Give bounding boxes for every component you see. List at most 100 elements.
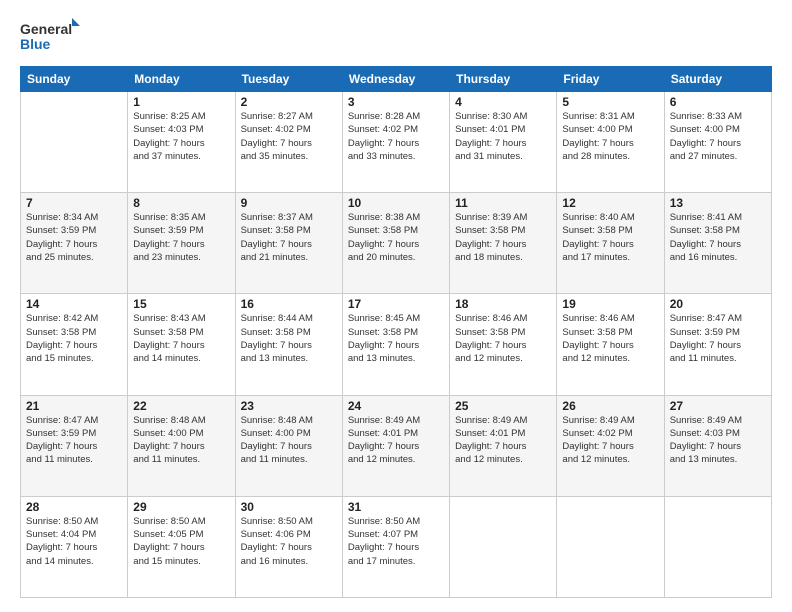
- calendar-cell: 13Sunrise: 8:41 AMSunset: 3:58 PMDayligh…: [664, 193, 771, 294]
- day-info: Sunrise: 8:40 AMSunset: 3:58 PMDaylight:…: [562, 211, 658, 264]
- day-info: Sunrise: 8:46 AMSunset: 3:58 PMDaylight:…: [455, 312, 551, 365]
- day-number: 3: [348, 95, 444, 109]
- calendar-cell: 8Sunrise: 8:35 AMSunset: 3:59 PMDaylight…: [128, 193, 235, 294]
- day-number: 23: [241, 399, 337, 413]
- day-number: 20: [670, 297, 766, 311]
- calendar-cell: 17Sunrise: 8:45 AMSunset: 3:58 PMDayligh…: [342, 294, 449, 395]
- day-info: Sunrise: 8:25 AMSunset: 4:03 PMDaylight:…: [133, 110, 229, 163]
- day-info: Sunrise: 8:34 AMSunset: 3:59 PMDaylight:…: [26, 211, 122, 264]
- day-number: 31: [348, 500, 444, 514]
- calendar-cell: [21, 92, 128, 193]
- weekday-header-thursday: Thursday: [450, 67, 557, 92]
- calendar-cell: 20Sunrise: 8:47 AMSunset: 3:59 PMDayligh…: [664, 294, 771, 395]
- weekday-header-monday: Monday: [128, 67, 235, 92]
- calendar-cell: [450, 496, 557, 597]
- day-number: 22: [133, 399, 229, 413]
- calendar-cell: [557, 496, 664, 597]
- day-number: 9: [241, 196, 337, 210]
- day-number: 7: [26, 196, 122, 210]
- day-number: 29: [133, 500, 229, 514]
- calendar-cell: 9Sunrise: 8:37 AMSunset: 3:58 PMDaylight…: [235, 193, 342, 294]
- day-info: Sunrise: 8:45 AMSunset: 3:58 PMDaylight:…: [348, 312, 444, 365]
- day-number: 21: [26, 399, 122, 413]
- day-info: Sunrise: 8:31 AMSunset: 4:00 PMDaylight:…: [562, 110, 658, 163]
- day-info: Sunrise: 8:28 AMSunset: 4:02 PMDaylight:…: [348, 110, 444, 163]
- calendar-cell: 21Sunrise: 8:47 AMSunset: 3:59 PMDayligh…: [21, 395, 128, 496]
- day-number: 13: [670, 196, 766, 210]
- calendar-cell: 26Sunrise: 8:49 AMSunset: 4:02 PMDayligh…: [557, 395, 664, 496]
- day-number: 24: [348, 399, 444, 413]
- weekday-header-saturday: Saturday: [664, 67, 771, 92]
- day-number: 12: [562, 196, 658, 210]
- logo: General Blue: [20, 18, 80, 56]
- calendar-cell: 18Sunrise: 8:46 AMSunset: 3:58 PMDayligh…: [450, 294, 557, 395]
- day-info: Sunrise: 8:47 AMSunset: 3:59 PMDaylight:…: [670, 312, 766, 365]
- day-info: Sunrise: 8:48 AMSunset: 4:00 PMDaylight:…: [133, 414, 229, 467]
- calendar-cell: 19Sunrise: 8:46 AMSunset: 3:58 PMDayligh…: [557, 294, 664, 395]
- day-number: 19: [562, 297, 658, 311]
- weekday-header-sunday: Sunday: [21, 67, 128, 92]
- calendar-cell: 6Sunrise: 8:33 AMSunset: 4:00 PMDaylight…: [664, 92, 771, 193]
- day-info: Sunrise: 8:49 AMSunset: 4:01 PMDaylight:…: [455, 414, 551, 467]
- calendar-cell: 29Sunrise: 8:50 AMSunset: 4:05 PMDayligh…: [128, 496, 235, 597]
- day-info: Sunrise: 8:46 AMSunset: 3:58 PMDaylight:…: [562, 312, 658, 365]
- day-number: 15: [133, 297, 229, 311]
- day-number: 6: [670, 95, 766, 109]
- day-info: Sunrise: 8:30 AMSunset: 4:01 PMDaylight:…: [455, 110, 551, 163]
- calendar-cell: 11Sunrise: 8:39 AMSunset: 3:58 PMDayligh…: [450, 193, 557, 294]
- day-info: Sunrise: 8:50 AMSunset: 4:04 PMDaylight:…: [26, 515, 122, 568]
- day-info: Sunrise: 8:44 AMSunset: 3:58 PMDaylight:…: [241, 312, 337, 365]
- day-number: 11: [455, 196, 551, 210]
- day-number: 30: [241, 500, 337, 514]
- calendar-cell: 10Sunrise: 8:38 AMSunset: 3:58 PMDayligh…: [342, 193, 449, 294]
- weekday-header-friday: Friday: [557, 67, 664, 92]
- day-info: Sunrise: 8:47 AMSunset: 3:59 PMDaylight:…: [26, 414, 122, 467]
- calendar-table: SundayMondayTuesdayWednesdayThursdayFrid…: [20, 66, 772, 598]
- day-info: Sunrise: 8:35 AMSunset: 3:59 PMDaylight:…: [133, 211, 229, 264]
- calendar-cell: 31Sunrise: 8:50 AMSunset: 4:07 PMDayligh…: [342, 496, 449, 597]
- weekday-header-tuesday: Tuesday: [235, 67, 342, 92]
- day-info: Sunrise: 8:43 AMSunset: 3:58 PMDaylight:…: [133, 312, 229, 365]
- day-number: 8: [133, 196, 229, 210]
- day-number: 25: [455, 399, 551, 413]
- calendar-cell: 7Sunrise: 8:34 AMSunset: 3:59 PMDaylight…: [21, 193, 128, 294]
- day-info: Sunrise: 8:48 AMSunset: 4:00 PMDaylight:…: [241, 414, 337, 467]
- day-info: Sunrise: 8:50 AMSunset: 4:05 PMDaylight:…: [133, 515, 229, 568]
- calendar-cell: 2Sunrise: 8:27 AMSunset: 4:02 PMDaylight…: [235, 92, 342, 193]
- calendar-cell: 28Sunrise: 8:50 AMSunset: 4:04 PMDayligh…: [21, 496, 128, 597]
- calendar-cell: 25Sunrise: 8:49 AMSunset: 4:01 PMDayligh…: [450, 395, 557, 496]
- svg-text:General: General: [20, 21, 72, 37]
- calendar-cell: 24Sunrise: 8:49 AMSunset: 4:01 PMDayligh…: [342, 395, 449, 496]
- day-info: Sunrise: 8:50 AMSunset: 4:06 PMDaylight:…: [241, 515, 337, 568]
- svg-text:Blue: Blue: [20, 36, 51, 52]
- day-info: Sunrise: 8:33 AMSunset: 4:00 PMDaylight:…: [670, 110, 766, 163]
- day-number: 1: [133, 95, 229, 109]
- day-info: Sunrise: 8:39 AMSunset: 3:58 PMDaylight:…: [455, 211, 551, 264]
- day-number: 28: [26, 500, 122, 514]
- day-number: 18: [455, 297, 551, 311]
- day-info: Sunrise: 8:49 AMSunset: 4:03 PMDaylight:…: [670, 414, 766, 467]
- day-number: 27: [670, 399, 766, 413]
- day-number: 4: [455, 95, 551, 109]
- day-info: Sunrise: 8:50 AMSunset: 4:07 PMDaylight:…: [348, 515, 444, 568]
- day-number: 5: [562, 95, 658, 109]
- calendar-cell: 1Sunrise: 8:25 AMSunset: 4:03 PMDaylight…: [128, 92, 235, 193]
- calendar-cell: 23Sunrise: 8:48 AMSunset: 4:00 PMDayligh…: [235, 395, 342, 496]
- calendar-cell: 16Sunrise: 8:44 AMSunset: 3:58 PMDayligh…: [235, 294, 342, 395]
- day-number: 10: [348, 196, 444, 210]
- calendar-cell: 30Sunrise: 8:50 AMSunset: 4:06 PMDayligh…: [235, 496, 342, 597]
- day-number: 16: [241, 297, 337, 311]
- calendar-cell: 4Sunrise: 8:30 AMSunset: 4:01 PMDaylight…: [450, 92, 557, 193]
- calendar-cell: [664, 496, 771, 597]
- calendar-cell: 5Sunrise: 8:31 AMSunset: 4:00 PMDaylight…: [557, 92, 664, 193]
- day-number: 2: [241, 95, 337, 109]
- day-number: 14: [26, 297, 122, 311]
- day-info: Sunrise: 8:49 AMSunset: 4:01 PMDaylight:…: [348, 414, 444, 467]
- calendar-cell: 15Sunrise: 8:43 AMSunset: 3:58 PMDayligh…: [128, 294, 235, 395]
- calendar-cell: 14Sunrise: 8:42 AMSunset: 3:58 PMDayligh…: [21, 294, 128, 395]
- calendar-cell: 12Sunrise: 8:40 AMSunset: 3:58 PMDayligh…: [557, 193, 664, 294]
- day-info: Sunrise: 8:49 AMSunset: 4:02 PMDaylight:…: [562, 414, 658, 467]
- calendar-cell: 22Sunrise: 8:48 AMSunset: 4:00 PMDayligh…: [128, 395, 235, 496]
- day-info: Sunrise: 8:41 AMSunset: 3:58 PMDaylight:…: [670, 211, 766, 264]
- day-number: 26: [562, 399, 658, 413]
